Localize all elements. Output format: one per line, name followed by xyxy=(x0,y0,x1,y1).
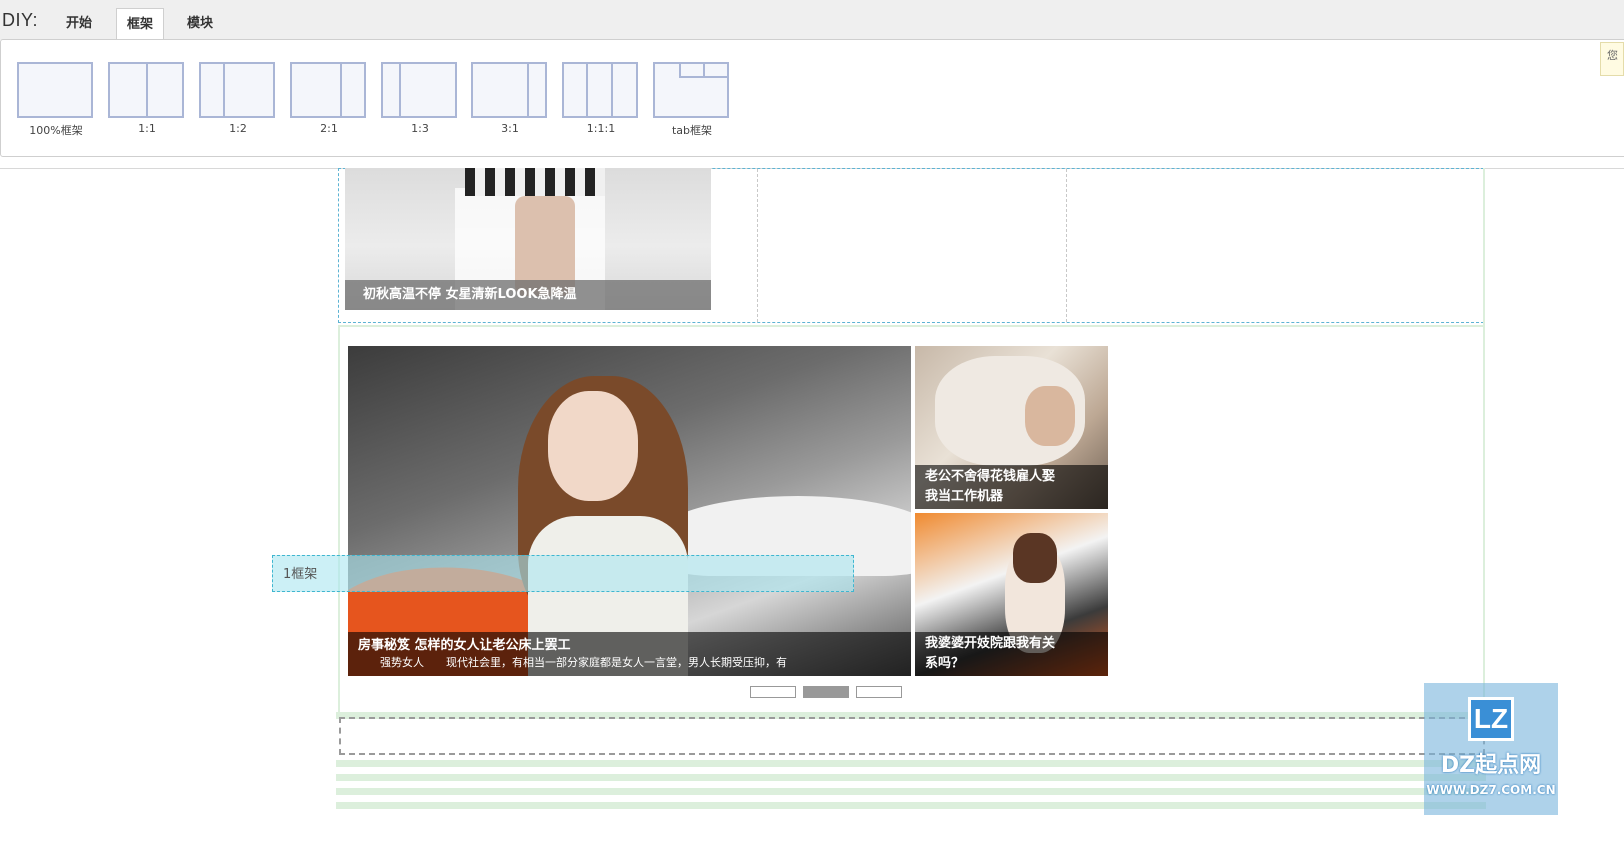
main-slide-summary: 现代社会里，有相当一部分家庭都是女人一言堂，男人长期受压抑，有 xyxy=(446,656,787,669)
main-slide-title[interactable]: 房事秘笈 怎样的女人让老公床上罢工 xyxy=(358,638,901,654)
frame-tool-2-1[interactable]: 2:1 xyxy=(290,62,368,135)
watermark-title: DZ起点网 xyxy=(1440,753,1542,778)
empty-frame-dropzone[interactable] xyxy=(339,717,1485,755)
frame-tool-1-1[interactable]: 1:1 xyxy=(108,62,186,135)
frame-2-1-icon xyxy=(290,62,366,118)
frame-tool-3-1[interactable]: 3:1 xyxy=(471,62,549,135)
frame-tool-tab[interactable]: tab框架 xyxy=(653,62,731,138)
diy-topbar: DIY: 开始 框架 模块 xyxy=(0,0,1624,41)
photo-face xyxy=(548,391,638,501)
pager-dot-2[interactable] xyxy=(803,686,849,698)
watermark-url: WWW.DZ7.COM.CN xyxy=(1426,783,1556,797)
diy-label: DIY: xyxy=(2,10,39,30)
frame-stripe xyxy=(336,788,1486,795)
main-slide-desc: 强势女人 现代社会里，有相当一部分家庭都是女人一言堂，男人长期受压抑，有 xyxy=(358,654,901,672)
frame-tool-label: tab框架 xyxy=(671,124,713,137)
side-caption-line: 我婆婆开妓院跟我有关 xyxy=(925,636,1056,651)
photo-dress xyxy=(465,168,605,196)
photo-hair xyxy=(1013,533,1057,583)
frame-tool-label: 1:1:1 xyxy=(586,122,616,135)
frame-1-2-icon xyxy=(199,62,275,118)
frame-tool-label: 100%框架 xyxy=(29,124,83,137)
pager-dot-1[interactable] xyxy=(750,686,796,698)
frame-stripe xyxy=(336,774,1486,781)
top-article-caption[interactable]: 初秋高温不停 女星清新LOOK急降温 xyxy=(345,280,711,310)
frame-tool-label: 2:1 xyxy=(320,122,338,135)
frame-tool-1-2[interactable]: 1:2 xyxy=(199,62,277,135)
frame-tool-100[interactable]: 100%框架 xyxy=(17,62,95,138)
tab-frame[interactable]: 框架 xyxy=(116,8,164,41)
frame-1-1-icon xyxy=(108,62,184,118)
frame-3-1-icon xyxy=(471,62,547,118)
main-slide-image[interactable]: 房事秘笈 怎样的女人让老公床上罢工 强势女人 现代社会里，有相当一部分家庭都是女人… xyxy=(348,346,911,676)
main-slide-source: 强势女人 xyxy=(380,656,424,669)
site-watermark: LZ DZ起点网 WWW.DZ7.COM.CN xyxy=(1424,683,1558,815)
drag-placeholder[interactable]: 1框架 xyxy=(272,555,854,592)
frame-1-3-icon xyxy=(381,62,457,118)
tab-module[interactable]: 模块 xyxy=(176,8,224,39)
column-divider xyxy=(1066,169,1067,322)
frame-100-icon xyxy=(17,62,93,118)
side-article-caption[interactable]: 老公不舍得花钱雇人娶 我当工作机器 xyxy=(915,465,1108,509)
frame-tool-label: 3:1 xyxy=(501,122,519,135)
frame-1-1-1-icon xyxy=(562,62,638,118)
frame-stripe xyxy=(336,760,1486,767)
tab-start[interactable]: 开始 xyxy=(56,8,102,39)
watermark-logo-icon: LZ xyxy=(1468,697,1514,741)
side-caption-line: 我当工作机器 xyxy=(925,489,1004,504)
frame-tool-label: 1:1 xyxy=(138,122,156,135)
column-divider xyxy=(757,169,758,322)
frame-tab-icon xyxy=(653,62,729,118)
hint-tooltip: 您 xyxy=(1600,42,1624,76)
frame-tool-label: 1:3 xyxy=(411,122,429,135)
side-article-image[interactable]: 我婆婆开妓院跟我有关 系吗？ xyxy=(915,513,1108,676)
side-caption-line: 系吗？ xyxy=(925,656,965,671)
frame-tool-1-1-1[interactable]: 1:1:1 xyxy=(562,62,640,135)
frame-tool-1-3[interactable]: 1:3 xyxy=(381,62,459,135)
side-caption-line: 老公不舍得花钱雇人娶 xyxy=(925,469,1056,484)
pager-dot-3[interactable] xyxy=(856,686,902,698)
photo-face xyxy=(1025,386,1075,446)
frame-tool-label: 1:2 xyxy=(229,122,247,135)
main-slide-caption[interactable]: 房事秘笈 怎样的女人让老公床上罢工 强势女人 现代社会里，有相当一部分家庭都是女人… xyxy=(348,632,911,676)
frame-stripe xyxy=(336,802,1486,809)
top-article-image[interactable]: 初秋高温不停 女星清新LOOK急降温 xyxy=(345,168,711,310)
side-article-image[interactable]: 老公不舍得花钱雇人娶 我当工作机器 xyxy=(915,346,1108,509)
frame-palette-panel: 100%框架 1:1 1:2 2:1 1:3 3:1 1:1:1 tab框架 xyxy=(0,39,1624,157)
side-article-caption[interactable]: 我婆婆开妓院跟我有关 系吗？ xyxy=(915,632,1108,676)
